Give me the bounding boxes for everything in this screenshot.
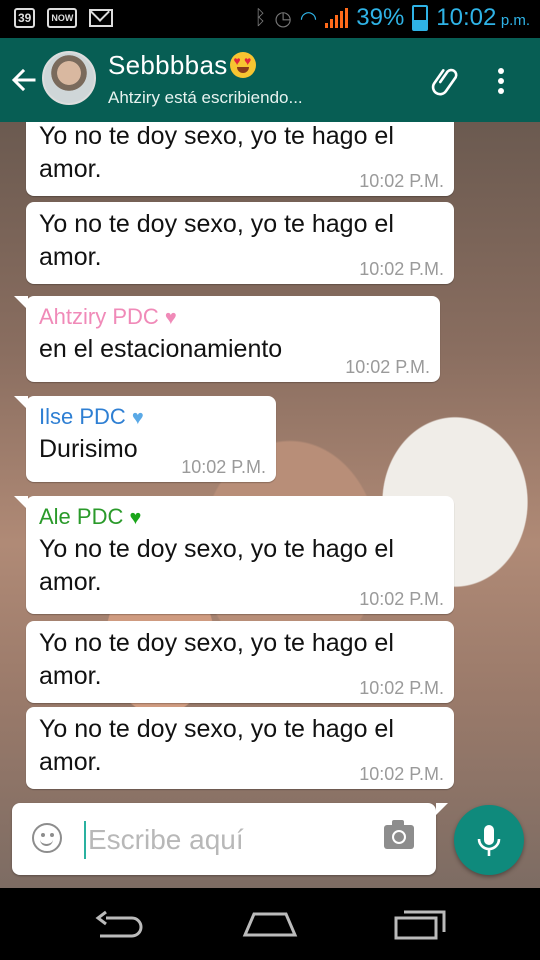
nav-home-icon[interactable] [242, 910, 298, 938]
chat-area[interactable]: Yo no te doy sexo, yo te hago el amor. 1… [0, 122, 540, 888]
contact-name: Sebbbbas [108, 50, 228, 80]
avatar[interactable] [42, 51, 96, 105]
status-bar: 39 NOW ᛒ ◷ ◠ 39% 10:02 p.m. [0, 0, 540, 38]
sender-row: Ale PDC ♥ [39, 502, 442, 533]
message-bubble[interactable]: Yo no te doy sexo, yo te hago el amor. 1… [26, 621, 454, 703]
message-time: 10:02 P.M. [359, 764, 444, 784]
chat-header: Sebbbbas Ahtziry está escribiendo... [0, 38, 540, 122]
pink-heart-icon: ♥ [164, 307, 177, 329]
battery-icon [412, 5, 429, 31]
heart-eyes-emoji-icon [229, 52, 256, 78]
back-arrow-icon[interactable] [8, 64, 40, 96]
sender-name: Ilse PDC [39, 404, 126, 429]
message-time: 10:02 P.M. [181, 457, 266, 477]
clock-ampm: p.m. [500, 12, 530, 29]
sender-row: Ahtziry PDC ♥ [39, 302, 428, 333]
typing-status: Ahtziry está escribiendo... [108, 88, 303, 107]
message-time: 10:02 P.M. [359, 259, 444, 279]
nav-recent-icon[interactable] [394, 908, 448, 940]
message-time: 10:02 P.M. [359, 678, 444, 698]
message-bubble[interactable]: Ahtziry PDC ♥ en el estacionamiento 10:0… [14, 296, 440, 382]
mic-icon [477, 825, 501, 856]
battery-percent: 39% [356, 4, 405, 31]
message-bubble[interactable]: Ale PDC ♥ Yo no te doy sexo, yo te hago … [14, 496, 454, 614]
bluetooth-icon: ᛒ [254, 6, 267, 29]
signal-icon [325, 8, 349, 28]
message-time: 10:02 P.M. [359, 171, 444, 191]
message-bubble[interactable]: Yo no te doy sexo, yo te hago el amor. 1… [26, 707, 454, 789]
message-input[interactable] [86, 819, 370, 861]
nav-back-icon[interactable] [92, 908, 148, 942]
now-app-icon: NOW [47, 8, 78, 28]
camera-icon[interactable] [384, 820, 414, 849]
sender-name: Ahtziry PDC [39, 304, 159, 329]
message-time: 10:02 P.M. [359, 589, 444, 609]
message-bubble[interactable]: Yo no te doy sexo, yo te hago el amor. 1… [26, 202, 454, 284]
alarm-icon: ◷ [274, 7, 292, 30]
message-bubble[interactable]: Yo no te doy sexo, yo te hago el amor. 1… [26, 122, 454, 196]
more-vert-icon[interactable] [496, 66, 506, 96]
mic-button[interactable] [454, 805, 524, 875]
green-heart-icon: ♥ [129, 507, 142, 529]
sender-row: Ilse PDC ♥ [39, 402, 264, 433]
message-composer [12, 803, 448, 875]
contact-name-row[interactable]: Sebbbbas [108, 50, 256, 81]
attach-icon[interactable] [430, 64, 462, 96]
system-nav-bar [0, 888, 540, 960]
message-bubble[interactable]: Ilse PDC ♥ Durisimo 10:02 P.M. [14, 396, 276, 482]
notification-badge-icon: 39 [14, 8, 36, 28]
clock-time: 10:02 [436, 4, 497, 31]
mail-icon [89, 9, 114, 27]
message-time: 10:02 P.M. [345, 357, 430, 377]
wifi-icon: ◠ [299, 7, 318, 30]
emoji-icon[interactable] [32, 823, 62, 853]
blue-heart-icon: ♥ [131, 407, 144, 429]
sender-name: Ale PDC [39, 504, 124, 529]
